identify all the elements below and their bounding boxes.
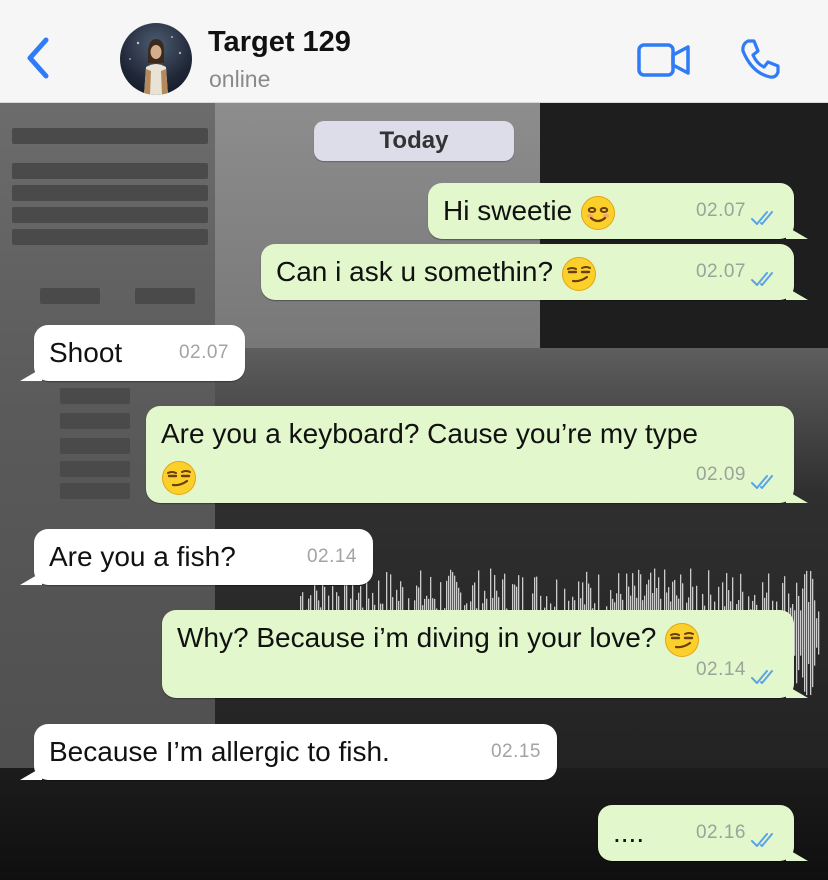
date-separator: Today <box>314 121 514 161</box>
message-text: Because I’m allergic to fish. <box>49 736 390 767</box>
message-timestamp: 02.14 <box>306 546 357 567</box>
message-timestamp: 02.15 <box>490 741 541 762</box>
smiling-face-emoji <box>580 195 615 230</box>
smirking-face-emoji <box>665 622 700 657</box>
chat-header: Target 129 online <box>0 0 828 103</box>
message-timestamp: 02.16 <box>695 822 746 843</box>
message-bubble-incoming[interactable]: Because I’m allergic to fish. 02.15 <box>34 724 557 780</box>
message-bubble-outgoing[interactable]: .... 02.16 <box>598 805 794 861</box>
message-text: Why? Because i’m diving in your love? <box>177 620 700 658</box>
double-check-icon <box>751 211 773 225</box>
chevron-left-icon <box>27 37 49 79</box>
message-bubble-incoming[interactable]: Are you a fish? 02.14 <box>34 529 373 585</box>
message-timestamp: 02.07 <box>178 342 229 363</box>
voice-call-button[interactable] <box>738 37 782 81</box>
message-text: Can i ask u somethin? <box>276 254 597 292</box>
message-bubble-outgoing[interactable]: Are you a keyboard? Cause you’re my type… <box>146 406 794 503</box>
avatar-photo <box>129 36 182 95</box>
message-text: Are you a keyboard? Cause you’re my type <box>161 418 698 449</box>
message-text: .... <box>613 817 645 848</box>
avatar[interactable] <box>120 23 192 95</box>
message-bubble-outgoing[interactable]: Hi sweetie 02.07 <box>428 183 794 239</box>
message-timestamp: 02.14 <box>695 659 746 680</box>
phone-icon <box>741 39 780 79</box>
message-text: Hi sweetie <box>443 193 616 231</box>
message-text: Are you a fish? <box>49 541 236 572</box>
message-bubble-incoming[interactable]: Shoot 02.07 <box>34 325 245 381</box>
back-button[interactable] <box>22 36 56 80</box>
contact-status: online <box>209 66 271 92</box>
double-check-icon <box>751 833 773 847</box>
message-bubble-outgoing[interactable]: Can i ask u somethin? 02.07 <box>261 244 794 300</box>
double-check-icon <box>751 475 773 489</box>
contact-name[interactable]: Target 129 <box>208 26 351 59</box>
smirking-face-emoji <box>162 460 196 495</box>
message-bubble-outgoing[interactable]: Why? Because i’m diving in your love? 02… <box>162 610 794 698</box>
message-text: Shoot <box>49 337 123 368</box>
double-check-icon <box>751 670 773 684</box>
double-check-icon <box>751 272 773 286</box>
smirking-face-emoji <box>561 256 596 291</box>
message-timestamp: 02.07 <box>695 200 746 221</box>
video-call-button[interactable] <box>636 39 692 81</box>
video-camera-icon <box>637 43 690 77</box>
message-timestamp: 02.09 <box>695 464 746 485</box>
message-timestamp: 02.07 <box>695 261 746 282</box>
